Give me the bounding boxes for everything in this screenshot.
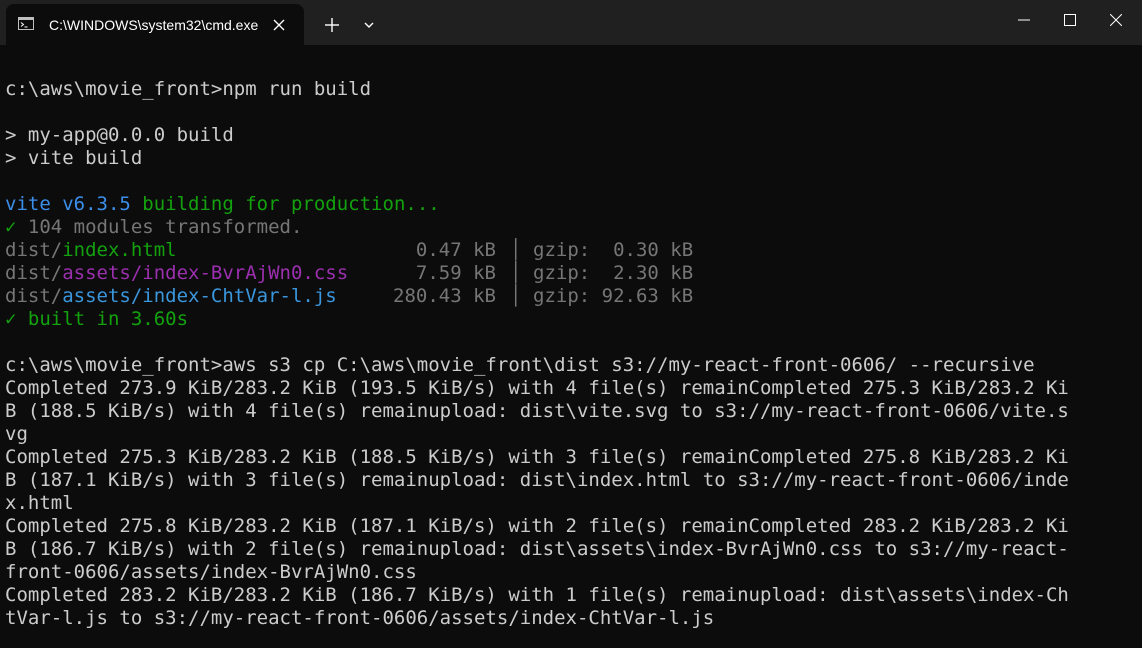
close-window-button[interactable] (1092, 0, 1138, 40)
chevron-down-icon[interactable] (357, 12, 381, 38)
npm-script-line: > vite build (5, 147, 143, 169)
close-tab-icon[interactable] (270, 16, 288, 34)
new-tab-plus-icon[interactable] (319, 12, 345, 38)
npm-script-line: > my-app@0.0.0 build (5, 124, 234, 146)
file-size: 0.47 kB (415, 239, 496, 261)
build-file-row: dist/index.html (5, 239, 177, 262)
file-dir: dist/ (5, 262, 63, 284)
maximize-icon (1064, 14, 1076, 26)
gzip-size: gzip: 92.63 kB (533, 285, 694, 307)
column-separator: │ (510, 285, 522, 307)
output-line: Completed 275.3 KiB/283.2 KiB (188.5 KiB… (5, 446, 1069, 468)
output-line: Completed 273.9 KiB/283.2 KiB (193.5 KiB… (5, 377, 1069, 399)
vite-version: vite v6.3.5 (5, 193, 131, 215)
file-name: index.html (62, 239, 177, 261)
close-icon (1110, 14, 1122, 26)
column-separator: │ (510, 239, 522, 261)
tab-cmd[interactable]: C:\WINDOWS\system32\cmd.exe (6, 4, 304, 45)
terminal-window: C:\WINDOWS\system32\cmd.exe c:\aws\movie… (0, 0, 1142, 648)
output-line: x.html (5, 492, 74, 514)
file-name: assets/index-ChtVar-l.js (62, 285, 337, 307)
output-line: Completed 283.2 KiB/283.2 KiB (186.7 KiB… (5, 584, 1069, 606)
file-size: 280.43 kB (393, 285, 496, 307)
file-dir: dist/ (5, 239, 63, 261)
cmd-icon (18, 17, 34, 30)
vite-building-text: building for production... (130, 193, 440, 215)
modules-transformed-line: ✓ 104 modules transformed. (5, 216, 302, 239)
build-file-row: dist/assets/index-ChtVar-l.js (5, 285, 337, 308)
output-line: tVar-l.js to s3://my-react-front-0606/as… (5, 607, 715, 629)
vite-header-line: vite v6.3.5 building for production... (5, 193, 440, 216)
file-size: 7.59 kB (415, 262, 496, 284)
gzip-size: gzip: 0.30 kB (533, 239, 694, 261)
output-line: front-0606/assets/index-BvrAjWn0.css (5, 561, 417, 583)
output-line: B (186.7 KiB/s) with 2 file(s) remainupl… (5, 538, 1069, 560)
file-name: assets/index-BvrAjWn0.css (62, 262, 349, 284)
command-line-build: c:\aws\movie_front>npm run build (5, 78, 372, 100)
terminal-output[interactable]: c:\aws\movie_front>npm run build > my-ap… (0, 45, 1142, 648)
output-line: Completed 275.8 KiB/283.2 KiB (187.1 KiB… (5, 515, 1069, 537)
file-dir: dist/ (5, 285, 63, 307)
column-separator: │ (510, 262, 522, 284)
minimize-icon (1018, 19, 1030, 21)
output-line: B (187.1 KiB/s) with 3 file(s) remainupl… (5, 469, 1069, 491)
command-line-s3: c:\aws\movie_front>aws s3 cp C:\aws\movi… (5, 354, 1035, 376)
build-file-row: dist/assets/index-BvrAjWn0.css (5, 262, 348, 285)
check-icon: ✓ (5, 216, 17, 238)
output-line: vg (5, 423, 28, 445)
maximize-button[interactable] (1046, 0, 1092, 40)
modules-transformed-text: 104 modules transformed. (16, 216, 303, 238)
tab-title: C:\WINDOWS\system32\cmd.exe (49, 17, 259, 33)
minimize-button[interactable] (1000, 0, 1046, 40)
output-line: B (188.5 KiB/s) with 4 file(s) remainupl… (5, 400, 1069, 422)
built-status-line: ✓ built in 3.60s (5, 308, 189, 330)
gzip-size: gzip: 2.30 kB (533, 262, 694, 284)
title-bar: C:\WINDOWS\system32\cmd.exe (0, 0, 1142, 45)
